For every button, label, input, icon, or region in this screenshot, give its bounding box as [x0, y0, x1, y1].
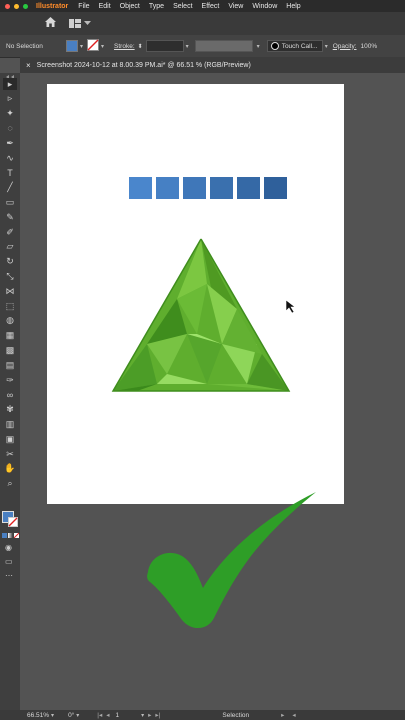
brush-name: Touch Call...: [281, 42, 318, 50]
fill-color-swatch[interactable]: [66, 40, 78, 52]
gradient-mode-icon[interactable]: [8, 533, 13, 538]
artboard[interactable]: [47, 84, 344, 504]
stroke-weight-field[interactable]: [145, 40, 184, 52]
menu-select[interactable]: Select: [173, 3, 192, 10]
document-tab[interactable]: × Screenshot 2024-10-12 at 8.00.39 PM.ai…: [20, 57, 405, 73]
menu-edit[interactable]: Edit: [99, 3, 111, 10]
opacity-label[interactable]: Opacity:: [333, 43, 357, 50]
status-bar: 66.51% ▾ 0° ▾ |◂ ◂ 1 ▾ ▸ ▸| Selection ▸ …: [0, 710, 405, 720]
draw-mode-icon[interactable]: ◉: [5, 543, 12, 552]
width-tool-icon[interactable]: ⋈: [3, 285, 17, 297]
stroke-dropdown-chevron-icon[interactable]: ▾: [101, 43, 104, 50]
cursor-arrow-icon: [285, 299, 296, 314]
document-title: Screenshot 2024-10-12 at 8.00.39 PM.ai* …: [36, 61, 251, 69]
scroll-left-icon[interactable]: ◂: [292, 711, 295, 719]
zoom-chevron-icon[interactable]: ▾: [51, 712, 54, 719]
zoom-window-button[interactable]: [23, 3, 28, 9]
status-menu-icon[interactable]: ▸: [281, 711, 284, 719]
shaper-tool-icon[interactable]: ✐: [3, 226, 17, 238]
artwork-layer: [111, 238, 296, 392]
last-artboard-icon[interactable]: ▸|: [155, 711, 160, 719]
brush-tip-icon: [270, 42, 279, 50]
next-artboard-icon[interactable]: ▸: [148, 711, 151, 719]
stroke-color-box[interactable]: [8, 517, 18, 527]
home-icon[interactable]: [44, 15, 57, 33]
gradient-tool-icon[interactable]: ▤: [3, 359, 17, 371]
profile-chevron-icon[interactable]: ▾: [257, 43, 260, 50]
mesh-tool-icon[interactable]: ▩: [3, 344, 17, 356]
fill-stroke-widget[interactable]: [2, 511, 18, 527]
symbol-sprayer-tool-icon[interactable]: ✾: [3, 404, 17, 416]
fill-dropdown-chevron-icon[interactable]: ▾: [80, 43, 83, 50]
menu-bar: Illustrator File Edit Object Type Select…: [0, 0, 405, 12]
direct-selection-tool-icon[interactable]: ▹: [3, 93, 17, 105]
none-mode-icon[interactable]: [14, 533, 19, 538]
menu-view[interactable]: View: [228, 3, 243, 10]
zoom-level[interactable]: 66.51%: [27, 712, 49, 719]
rotation-value[interactable]: 0°: [68, 712, 74, 719]
chevron-down-icon: [84, 21, 91, 25]
perspective-grid-tool-icon[interactable]: ▦: [3, 330, 17, 342]
curvature-tool-icon[interactable]: ∿: [3, 152, 17, 164]
tools-panel: ▸ ▹ ✦ ◌ ✒ ∿ T ╱ ▭ ✎ ✐ ▱ ↻ ⤡ ⋈ ⬚ ◍ ▦ ▩ ▤ ✑ ∞ ✾ ▥ ▣ ✂ ✋ ⌕ ◉ ▭ ⋯: [0, 73, 20, 710]
rotation-chevron-icon[interactable]: ▾: [76, 712, 79, 719]
artboard-chevron-icon[interactable]: ▾: [141, 712, 144, 719]
screen-mode-icon[interactable]: ▭: [5, 557, 13, 566]
selection-tool-icon[interactable]: ▸: [3, 78, 17, 90]
first-artboard-icon[interactable]: |◂: [97, 711, 102, 719]
brush-chevron-icon[interactable]: ▾: [325, 43, 328, 50]
slice-tool-icon[interactable]: ✂: [3, 448, 17, 460]
selection-status: No Selection: [6, 42, 43, 50]
magic-wand-tool-icon[interactable]: ✦: [3, 108, 17, 120]
low-poly-triangle[interactable]: [111, 238, 291, 392]
minimize-window-button[interactable]: [14, 3, 19, 9]
menu-file[interactable]: File: [78, 3, 89, 10]
stroke-weight-chevron-icon[interactable]: ▾: [186, 43, 189, 50]
menu-help[interactable]: Help: [286, 3, 300, 10]
menu-type[interactable]: Type: [149, 3, 164, 10]
close-window-button[interactable]: [5, 3, 10, 9]
scale-tool-icon[interactable]: ⤡: [3, 270, 17, 282]
current-tool-name: Selection: [222, 711, 250, 719]
zoom-tool-icon[interactable]: ⌕: [3, 478, 17, 490]
hand-tool-icon[interactable]: ✋: [3, 463, 17, 475]
opacity-value[interactable]: 100%: [361, 43, 378, 50]
workspace-switcher[interactable]: [69, 19, 91, 28]
arrange-documents-icon: [69, 19, 81, 28]
stroke-color-swatch[interactable]: [87, 39, 100, 53]
color-mode-icon[interactable]: [2, 533, 7, 538]
color-mode-buttons: [2, 533, 19, 538]
edit-toolbar-icon[interactable]: ⋯: [5, 571, 13, 580]
lasso-tool-icon[interactable]: ◌: [3, 122, 17, 134]
variable-width-profile[interactable]: [194, 40, 253, 52]
rectangle-tool-icon[interactable]: ▭: [3, 196, 17, 208]
pen-tool-icon[interactable]: ✒: [3, 137, 17, 149]
application-bar: [0, 12, 405, 35]
close-tab-icon[interactable]: ×: [26, 61, 31, 70]
eyedropper-tool-icon[interactable]: ✑: [3, 374, 17, 386]
eraser-tool-icon[interactable]: ▱: [3, 241, 17, 253]
window-controls: [5, 3, 28, 9]
menu-effect[interactable]: Effect: [202, 3, 220, 10]
artboard-number[interactable]: 1: [116, 712, 120, 719]
stroke-label[interactable]: Stroke:: [114, 43, 135, 50]
paintbrush-tool-icon[interactable]: ✎: [3, 211, 17, 223]
green-checkmark[interactable]: [147, 492, 316, 629]
free-transform-tool-icon[interactable]: ⬚: [3, 300, 17, 312]
stroke-weight-stepper[interactable]: ⬍: [138, 43, 143, 50]
column-graph-tool-icon[interactable]: ▥: [3, 418, 17, 430]
no-stroke-icon: [87, 39, 100, 51]
line-tool-icon[interactable]: ╱: [3, 182, 17, 194]
type-tool-icon[interactable]: T: [3, 167, 17, 179]
artboard-tool-icon[interactable]: ▣: [3, 433, 17, 445]
brush-definition-dropdown[interactable]: Touch Call...: [266, 40, 323, 52]
blend-tool-icon[interactable]: ∞: [3, 389, 17, 401]
control-bar: No Selection ▾ ▾ Stroke: ⬍ ▾ ▾ Touch Cal…: [0, 35, 405, 58]
shape-builder-tool-icon[interactable]: ◍: [3, 315, 17, 327]
menu-window[interactable]: Window: [252, 3, 277, 10]
menu-object[interactable]: Object: [120, 3, 140, 10]
rotate-tool-icon[interactable]: ↻: [3, 256, 17, 268]
app-menu[interactable]: Illustrator: [36, 3, 68, 10]
previous-artboard-icon[interactable]: ◂: [106, 711, 109, 719]
